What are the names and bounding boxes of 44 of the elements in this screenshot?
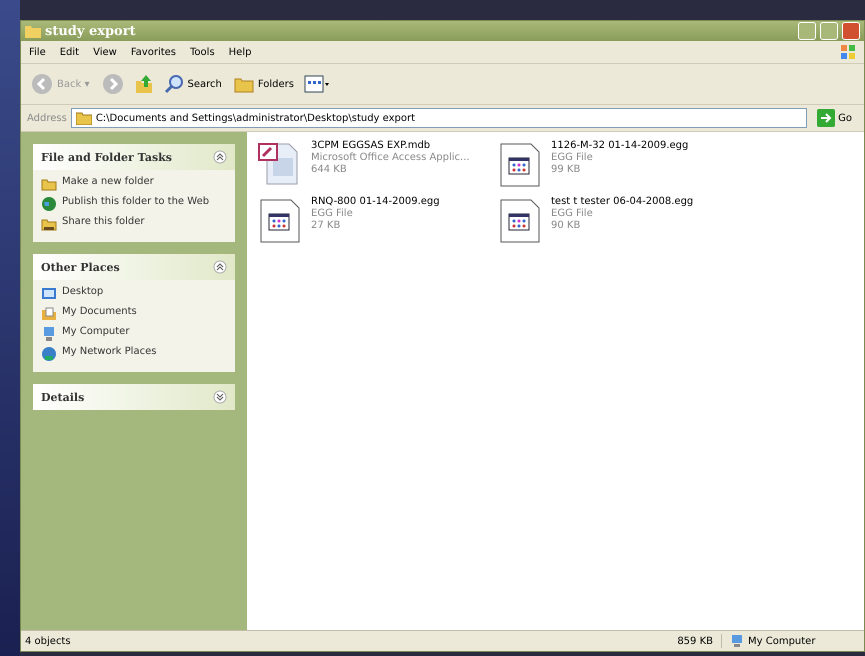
- file-item[interactable]: 3CPM EGGSAS EXP.mdb Microsoft Office Access Applic... 644 KB: [257, 140, 497, 190]
- computer-icon: [41, 326, 57, 342]
- folder-icon: [76, 111, 92, 125]
- task-link[interactable]: My Documents: [41, 306, 227, 322]
- panel-header[interactable]: Details: [33, 384, 235, 410]
- address-field[interactable]: C:\Documents and Settings\administrator\Desktop\study export: [70, 108, 808, 128]
- monitor-icon: [41, 286, 57, 302]
- file-item[interactable]: 1126-M-32 01-14-2009.egg EGG File 99 KB: [497, 140, 737, 190]
- folders-button[interactable]: Folders: [232, 73, 296, 95]
- globe-icon: [41, 346, 57, 362]
- task-link[interactable]: Share this folder: [41, 216, 227, 232]
- search-button[interactable]: Search: [162, 72, 224, 96]
- search-icon: [164, 74, 184, 94]
- task-link[interactable]: Publish this folder to the Web: [41, 196, 227, 212]
- status-text: 4 objects: [25, 636, 71, 646]
- address-label: Address: [27, 112, 67, 124]
- menu-item[interactable]: Help: [228, 46, 252, 58]
- folder-icon: [41, 306, 57, 322]
- folder-icon: [25, 24, 41, 38]
- window-title: study export: [45, 24, 136, 38]
- go-button[interactable]: Go: [811, 108, 858, 128]
- menu-item[interactable]: Tools: [190, 46, 215, 58]
- menu-item[interactable]: Favorites: [130, 46, 176, 58]
- globe-icon: [41, 196, 57, 212]
- panel-header[interactable]: File and Folder Tasks: [33, 144, 235, 170]
- up-arrow-icon[interactable]: [134, 73, 154, 95]
- panel-header[interactable]: Other Places: [33, 254, 235, 280]
- task-link[interactable]: My Network Places: [41, 346, 227, 362]
- file-item[interactable]: RNQ-800 01-14-2009.egg EGG File 27 KB: [257, 196, 497, 246]
- windows-flag-icon: [840, 44, 856, 60]
- menu-item[interactable]: View: [93, 46, 117, 58]
- task-link[interactable]: Desktop: [41, 286, 227, 302]
- status-size: 859 KB: [676, 636, 714, 646]
- minimize-button[interactable]: [798, 22, 816, 40]
- close-button[interactable]: [842, 22, 860, 40]
- task-link[interactable]: My Computer: [41, 326, 227, 342]
- status-location: My Computer: [721, 634, 860, 648]
- task-link[interactable]: Make a new folder: [41, 176, 227, 192]
- views-icon[interactable]: [304, 75, 330, 93]
- file-item[interactable]: test t tester 06-04-2008.egg EGG File 90 KB: [497, 196, 737, 246]
- maximize-button[interactable]: [820, 22, 838, 40]
- menu-item[interactable]: Edit: [60, 46, 80, 58]
- computer-icon: [730, 634, 744, 648]
- menu-item[interactable]: File: [29, 46, 46, 58]
